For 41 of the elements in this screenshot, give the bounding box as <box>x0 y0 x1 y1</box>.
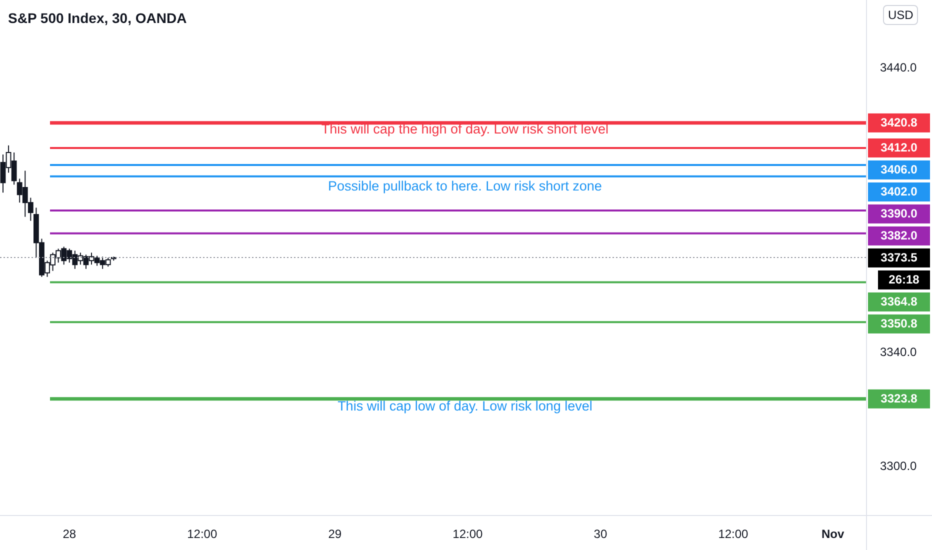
level-line[interactable] <box>50 121 866 125</box>
axis-tick-label: 12:00 <box>452 527 483 542</box>
price-tag: 3350.8 <box>868 314 930 334</box>
price-tag: 3373.5 <box>868 248 930 268</box>
price-tag: 3323.8 <box>868 389 930 408</box>
ref-line-label: 3373.5 <box>880 250 918 265</box>
level-line[interactable] <box>50 146 866 149</box>
level-line[interactable] <box>50 210 866 212</box>
price-tag: 3390.0 <box>868 204 930 224</box>
countdown-tag: 26:18 <box>878 270 930 290</box>
price-tag: 3412.0 <box>868 138 930 158</box>
ref-line-label: 3420.8 <box>880 116 918 130</box>
axis-tick-label: 3300.0 <box>880 458 917 473</box>
price-tag: 3402.0 <box>868 182 930 202</box>
price-tag: 3420.8 <box>868 113 930 132</box>
ref-line-label: 3406.0 <box>880 162 918 177</box>
axis-tick-label: 30 <box>594 527 608 542</box>
axis-tick-label: 3440.0 <box>880 60 917 74</box>
chart-title: S&P 500 Index, 30, OANDA <box>8 10 187 26</box>
axis-tick-label: Nov <box>821 527 844 542</box>
axis-tick-label: 29 <box>328 527 342 542</box>
ref-line-label: 3412.0 <box>880 140 918 155</box>
chart-note: This will cap low of day. Low risk long level <box>338 398 592 414</box>
level-line[interactable] <box>50 164 866 166</box>
ref-line-label: 3323.8 <box>880 392 918 406</box>
ref-line-label: 3350.8 <box>880 316 918 331</box>
price-tag: 3364.8 <box>868 292 930 312</box>
ref-line-label: 3390.0 <box>880 206 918 221</box>
chart-note: This will cap the high of day. Low risk short level <box>321 122 609 137</box>
currency-button[interactable]: USD <box>883 5 918 25</box>
ref-line-label: 3402.0 <box>880 184 918 199</box>
axis-tick-label: 28 <box>62 527 76 542</box>
ref-line-label: 3382.0 <box>880 228 918 243</box>
chart-note: Possible pullback to here. Low risk short zone <box>328 178 602 194</box>
axis-tick-label: 12:00 <box>187 527 218 542</box>
axis-tick-label: 12:00 <box>718 527 748 542</box>
price-tag: 3382.0 <box>868 226 930 246</box>
axis-tick-label: 3340.0 <box>880 345 917 359</box>
ref-line-label: 3364.8 <box>880 294 918 309</box>
level-line[interactable] <box>50 232 866 234</box>
price-tag: 3406.0 <box>868 160 930 180</box>
